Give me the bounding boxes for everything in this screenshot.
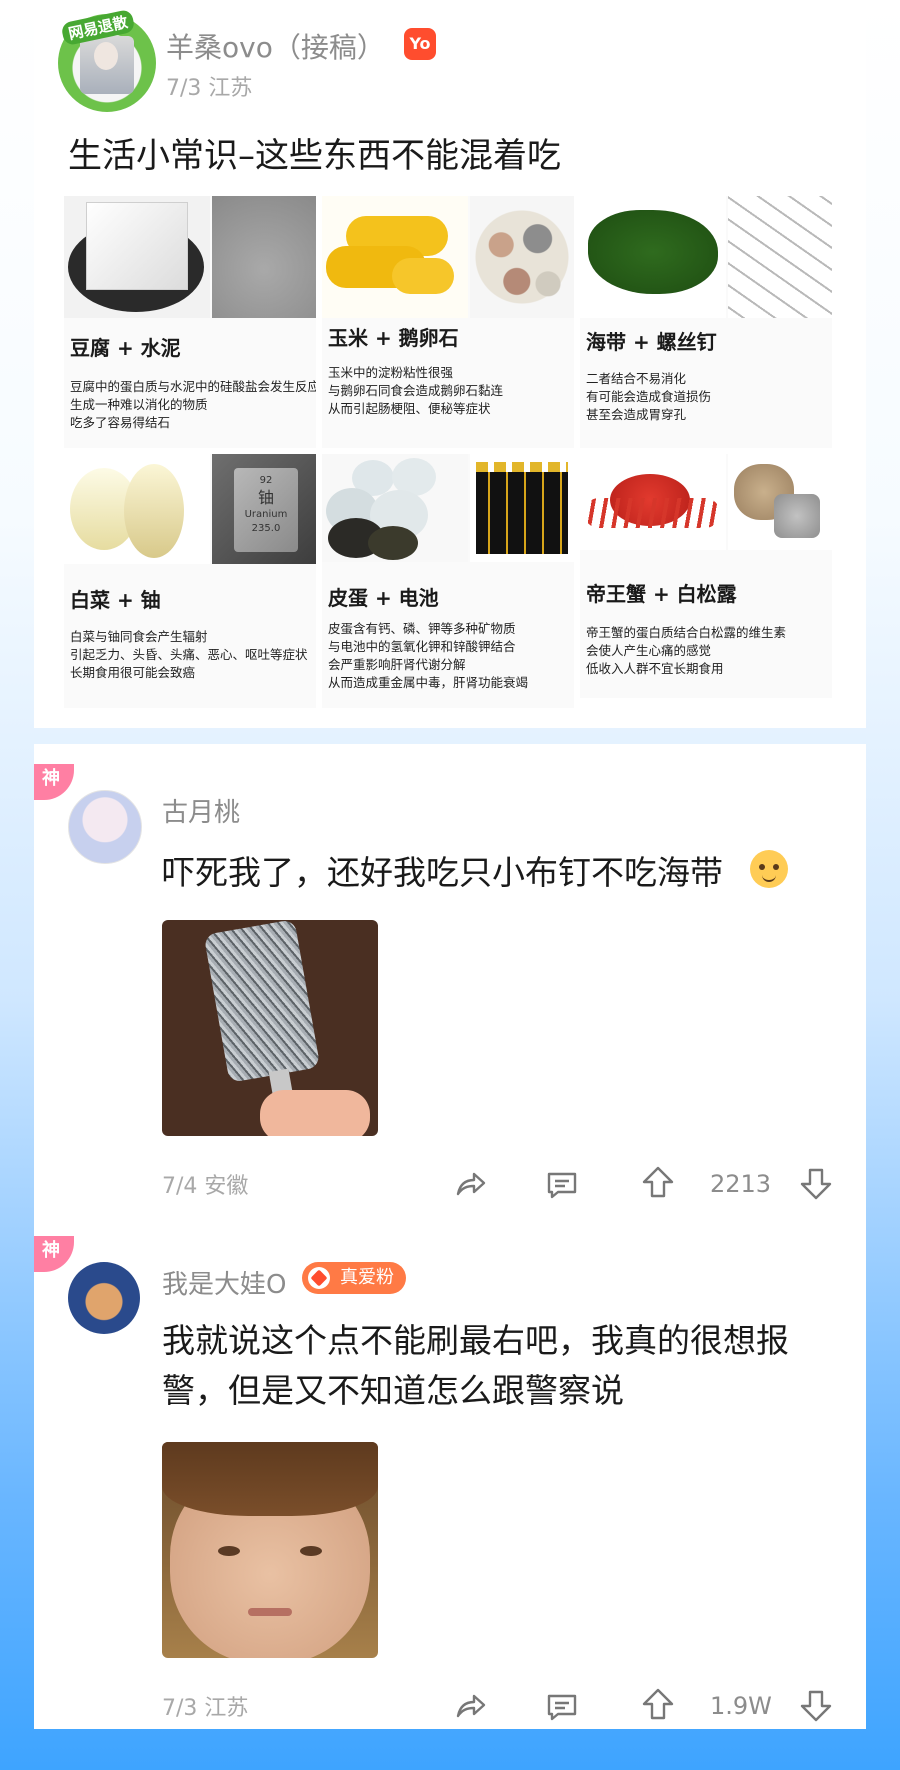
grid-tile[interactable]: 皮蛋 + 电池 皮蛋含有钙、磷、钾等多种矿物质 与电池中的氢氧化钾和锌酸钾结合 会严… (322, 454, 574, 708)
comment-text: 我就说这个点不能刷最右吧，我真的很想报警，但是又不知道怎么跟警察说 (162, 1321, 789, 1410)
uranium-number: 92 (259, 475, 273, 486)
truffle-image (728, 454, 832, 550)
tile-title: 玉米 + 鹅卵石 (328, 326, 459, 350)
grid-tile[interactable]: 帝王蟹 + 白松露 帝王蟹的蛋白质结合白松露的维生素 会使人产生心痛的感觉 低收入人… (580, 454, 832, 698)
grid-tile[interactable]: 豆腐 + 水泥 豆腐中的蛋白质与水泥中的硅酸盐会发生反应 生成一种难以消化的物质吃… (64, 196, 316, 448)
uranium-symbol: 铀 (257, 488, 274, 507)
uranium-label: Uranium (244, 509, 288, 520)
grid-tile[interactable]: 92 铀 Uranium 235.0 白菜 + 铀 白菜与铀同食会产生辐射 引起乏… (64, 454, 316, 708)
corn-image (322, 196, 468, 318)
tile-title: 帝王蟹 + 白松露 (586, 582, 737, 606)
king-crab-image (580, 454, 726, 550)
commenter-name[interactable]: 我是大娃O (162, 1264, 286, 1301)
comment-icon[interactable] (544, 1166, 580, 1202)
grid-tile[interactable]: 玉米 + 鹅卵石 玉米中的淀粉粘性很强 与鹅卵石同食会造成鹅卵石黏连 从而引起肠梗阻… (322, 196, 574, 448)
downvote-icon[interactable] (798, 1688, 834, 1724)
tile-description: 豆腐中的蛋白质与水泥中的硅酸盐会发生反应 生成一种难以消化的物质 吃多了容易得结石 (70, 379, 316, 430)
tile-title: 皮蛋 + 电池 (328, 586, 439, 610)
tile-description: 二者结合不易消化 有可能会造成食道损伤 甚至会造成胃穿孔 (586, 371, 712, 422)
vip-badge: Yo (404, 28, 436, 60)
upvote-count: 2213 (710, 1170, 772, 1198)
comment-meta: 7/4 安徽 (162, 1174, 249, 1199)
post-title: 生活小常识–这些东西不能混着吃 (68, 136, 561, 176)
tofu-image (64, 196, 210, 318)
batteries-image (470, 454, 574, 562)
cement-image (212, 196, 316, 318)
upvote-icon[interactable] (640, 1164, 676, 1200)
avatar-photo (80, 36, 134, 94)
seaweed-image (580, 196, 726, 318)
tile-title: 白菜 + 铀 (70, 588, 161, 612)
tile-description: 帝王蟹的蛋白质结合白松露的维生素 会使人产生心痛的感觉 低收入人群不宜长期食用 (586, 625, 787, 676)
comment-image[interactable] (162, 1442, 378, 1658)
post-meta: 7/3 江苏 (166, 76, 253, 101)
commenter-name[interactable]: 古月桃 (162, 792, 240, 829)
uranium-mass: 235.0 (251, 523, 281, 534)
share-icon[interactable] (452, 1688, 488, 1724)
downvote-icon[interactable] (798, 1166, 834, 1202)
century-egg-image (322, 454, 468, 562)
grid-tile[interactable]: 海带 + 螺丝钉 二者结合不易消化 有可能会造成食道损伤 甚至会造成胃穿孔 (580, 196, 832, 448)
pebbles-image (470, 196, 574, 318)
tile-description: 白菜与铀同食会产生辐射 引起乏力、头昏、头痛、恶心、呕吐等症状 长期食用很可能会致癌 (70, 629, 308, 680)
tile-title: 海带 + 螺丝钉 (586, 330, 717, 354)
tile-title: 豆腐 + 水泥 (70, 336, 181, 360)
comment-image[interactable] (162, 920, 378, 1136)
uranium-image: 92 铀 Uranium 235.0 (212, 454, 316, 564)
commenter-avatar[interactable] (68, 790, 142, 864)
author-name[interactable]: 羊桑ovo（接稿） (166, 26, 385, 66)
upvote-count: 1.9W (710, 1692, 772, 1720)
commenter-avatar[interactable] (68, 1262, 140, 1334)
comment-icon[interactable] (544, 1688, 580, 1724)
author-avatar[interactable]: 网易退散 (58, 8, 156, 112)
comment-meta: 7/3 江苏 (162, 1696, 249, 1721)
cabbage-image (64, 454, 210, 564)
screws-image (728, 196, 832, 318)
doge-emoji-icon (750, 850, 788, 888)
tile-description: 皮蛋含有钙、磷、钾等多种矿物质 与电池中的氢氧化钾和锌酸钾结合 会严重影响肝肾代谢分… (328, 621, 529, 690)
tile-description: 玉米中的淀粉粘性很强 与鹅卵石同食会造成鹅卵石黏连 从而引起肠梗阻、便秘等症状 (328, 365, 504, 416)
true-fan-badge: 真爱粉 (302, 1262, 406, 1294)
upvote-icon[interactable] (640, 1686, 676, 1722)
share-icon[interactable] (452, 1166, 488, 1202)
comment-text: 吓死我了，还好我吃只小布钉不吃海带 (162, 853, 723, 892)
